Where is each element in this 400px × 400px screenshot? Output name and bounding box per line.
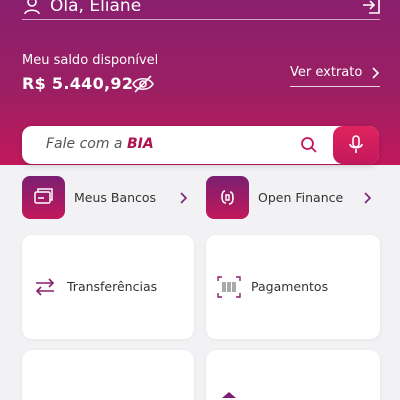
header-divider: [22, 19, 380, 20]
card-label: Pagamentos: [251, 279, 329, 294]
chevron-right-icon: [180, 192, 187, 204]
open-finance-icon: [221, 190, 234, 205]
search-icon[interactable]: [300, 136, 318, 154]
microphone-icon: [349, 135, 363, 153]
logout-icon[interactable]: [360, 0, 382, 16]
barcode-icon: [217, 276, 241, 298]
card-label: Transferências: [67, 279, 158, 294]
assistant-prompt: Fale com a BIA: [46, 136, 154, 152]
assistant-name: BIA: [126, 136, 154, 152]
card-icon: [222, 392, 236, 398]
card-partial-left[interactable]: [22, 350, 194, 400]
shortcut-open-finance[interactable]: Open Finance: [206, 176, 374, 220]
chevron-right-icon: [372, 67, 380, 79]
assistant-prompt-prefix: Fale com a: [46, 136, 127, 152]
balance-value: R$ 5.440,92: [22, 74, 134, 93]
transfer-icon: [35, 278, 55, 296]
card-transferencias[interactable]: Transferências: [22, 235, 194, 339]
chevron-right-icon: [364, 192, 371, 204]
shortcut-meus-bancos[interactable]: Meus Bancos: [22, 176, 190, 220]
eye-hidden-icon[interactable]: [131, 74, 155, 94]
greeting-row: Olá, Eliane: [22, 0, 382, 18]
statement-link-label: Ver extrato: [290, 65, 363, 80]
shortcut-label: Open Finance: [258, 190, 344, 205]
shortcut-icon-box: [206, 176, 249, 219]
bank-icon: [34, 188, 53, 204]
balance-label: Meu saldo disponível: [22, 53, 159, 68]
shortcut-label: Meus Bancos: [74, 190, 157, 205]
shortcut-icon-box: [22, 176, 65, 219]
greeting-text: Olá, Eliane: [50, 0, 142, 16]
card-partial-right[interactable]: [206, 350, 380, 400]
card-icon: [32, 394, 58, 400]
statement-link[interactable]: Ver extrato: [290, 63, 380, 87]
microphone-button[interactable]: [333, 126, 379, 164]
assistant-search-bar[interactable]: Fale com a BIA: [22, 126, 379, 164]
card-pagamentos[interactable]: Pagamentos: [206, 235, 380, 339]
user-icon[interactable]: [22, 0, 42, 16]
